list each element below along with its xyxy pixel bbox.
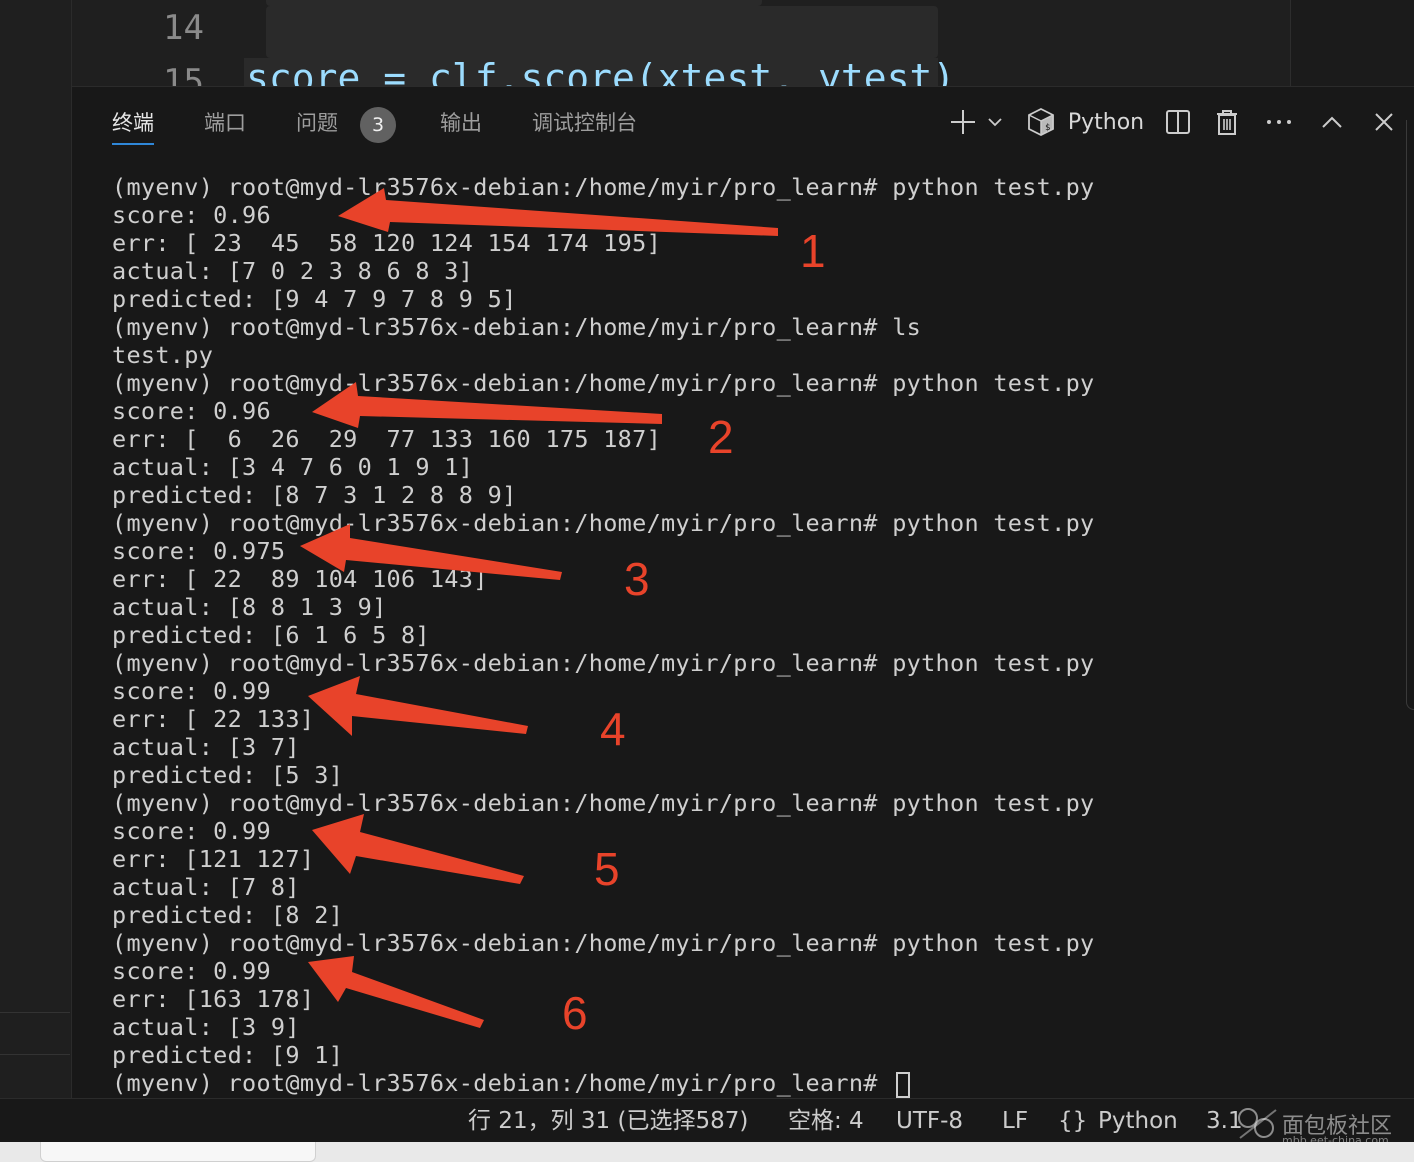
terminal-line: (myenv) root@myd-lr3576x-debian:/home/my…	[112, 789, 1095, 817]
status-bar: 行 21，列 31 (已选择587) 空格: 4 UTF-8 LF {} Pyt…	[0, 1098, 1414, 1142]
terminal-line: actual: [7 8]	[112, 873, 300, 901]
terminal-line: score: 0.99	[112, 677, 271, 705]
language-mode[interactable]: Python	[1098, 1105, 1178, 1137]
terminal-prompt-line[interactable]: (myenv) root@myd-lr3576x-debian:/home/my…	[112, 1069, 911, 1098]
shell-name[interactable]: Python	[1066, 107, 1146, 137]
chevron-up-icon[interactable]	[1320, 107, 1344, 137]
python-cube-icon[interactable]: $	[1026, 107, 1056, 137]
ellipsis-icon[interactable]	[1264, 107, 1294, 137]
terminal-line: predicted: [8 7 3 1 2 8 8 9]	[112, 481, 517, 509]
terminal-line: predicted: [8 2]	[112, 901, 344, 929]
terminal-prompt: (myenv) root@myd-lr3576x-debian:/home/my…	[112, 1069, 893, 1097]
cursor-position[interactable]: 行 21，列 31 (已选择587)	[468, 1105, 748, 1137]
terminal-line: (myenv) root@myd-lr3576x-debian:/home/my…	[112, 649, 1095, 677]
terminal-output[interactable]: (myenv) root@myd-lr3576x-debian:/home/my…	[112, 173, 1212, 1098]
activity-strip	[0, 0, 72, 1098]
indentation[interactable]: 空格: 4	[788, 1105, 864, 1137]
terminal-line: err: [ 22 89 104 106 143]	[112, 565, 488, 593]
scrollbar[interactable]	[1406, 120, 1414, 710]
tab-ports[interactable]: 端口	[204, 107, 246, 147]
terminal-line: (myenv) root@myd-lr3576x-debian:/home/my…	[112, 929, 1095, 957]
tab-problems[interactable]: 问题	[296, 107, 338, 147]
terminal-line: (myenv) root@myd-lr3576x-debian:/home/my…	[112, 173, 1095, 201]
watermark-logo-icon	[1238, 1108, 1277, 1139]
terminal-line: (myenv) root@myd-lr3576x-debian:/home/my…	[112, 509, 1095, 537]
terminal-line: predicted: [5 3]	[112, 761, 344, 789]
divider	[0, 1054, 70, 1055]
terminal-line: test.py	[112, 341, 214, 369]
annotation-number: 5	[594, 843, 620, 895]
tab-terminal[interactable]: 终端	[112, 107, 154, 147]
terminal-line: predicted: [9 4 7 9 7 8 9 5]	[112, 285, 517, 313]
terminal-line: actual: [8 8 1 3 9]	[112, 593, 387, 621]
minimap	[1290, 0, 1414, 86]
annotation-number: 3	[624, 553, 650, 605]
terminal-cursor	[896, 1071, 911, 1098]
annotation-number: 4	[600, 703, 626, 755]
braces-icon[interactable]: {}	[1058, 1105, 1087, 1137]
line-number: 15	[163, 62, 204, 86]
svg-text:$: $	[1045, 123, 1050, 133]
close-icon[interactable]	[1372, 107, 1396, 137]
terminal-line: score: 0.96	[112, 201, 271, 229]
terminal-line: actual: [3 4 7 6 0 1 9 1]	[112, 453, 474, 481]
terminal-line: predicted: [6 1 6 5 8]	[112, 621, 430, 649]
terminal-line: err: [163 178]	[112, 985, 315, 1013]
plus-icon[interactable]	[948, 107, 978, 137]
panel-tabs: 终端 端口 问题 3 输出 调试控制台 $ Python	[72, 87, 1414, 157]
tab-debug-console[interactable]: 调试控制台	[532, 107, 637, 147]
chevron-down-icon[interactable]	[984, 107, 1006, 137]
problems-count-badge: 3	[360, 107, 396, 143]
terminal-line: score: 0.975	[112, 537, 286, 565]
terminal-line: predicted: [9 1]	[112, 1041, 344, 1069]
annotation-number: 2	[708, 411, 734, 463]
split-terminal-icon[interactable]	[1164, 107, 1192, 137]
bottom-tab	[40, 1142, 316, 1162]
divider	[0, 1012, 70, 1013]
terminal-line: score: 0.99	[112, 817, 271, 845]
line-number: 14	[163, 8, 204, 48]
terminal-panel: 终端 端口 问题 3 输出 调试控制台 $ Python (myenv) roo…	[72, 86, 1414, 1098]
terminal-line: (myenv) root@myd-lr3576x-debian:/home/my…	[112, 369, 1095, 397]
code-line[interactable]: score = clf.score(xtest, ytest)	[244, 58, 955, 86]
tab-output[interactable]: 输出	[440, 107, 482, 147]
terminal-line: err: [ 23 45 58 120 124 154 174 195]	[112, 229, 662, 257]
terminal-line: err: [ 6 26 29 77 133 160 175 187]	[112, 425, 662, 453]
encoding[interactable]: UTF-8	[896, 1105, 963, 1137]
terminal-line: score: 0.99	[112, 957, 271, 985]
terminal-line: (myenv) root@myd-lr3576x-debian:/home/my…	[112, 313, 922, 341]
terminal-line: err: [121 127]	[112, 845, 315, 873]
annotation-number: 6	[562, 987, 588, 1039]
terminal-line: actual: [3 7]	[112, 733, 300, 761]
trash-icon[interactable]	[1214, 107, 1240, 137]
line-number-gutter: 14 15	[72, 0, 244, 86]
terminal-line: err: [ 22 133]	[112, 705, 315, 733]
terminal-line: score: 0.96	[112, 397, 271, 425]
editor-area[interactable]: 14 15 score = clf.score(xtest, ytest)	[72, 0, 1290, 86]
line-ending[interactable]: LF	[1002, 1105, 1028, 1137]
annotation-number: 1	[800, 225, 826, 277]
code-highlight	[266, 6, 938, 58]
terminal-line: actual: [3 9]	[112, 1013, 300, 1041]
window-bottom-edge	[0, 1142, 1414, 1162]
terminal-line: actual: [7 0 2 3 8 6 8 3]	[112, 257, 474, 285]
